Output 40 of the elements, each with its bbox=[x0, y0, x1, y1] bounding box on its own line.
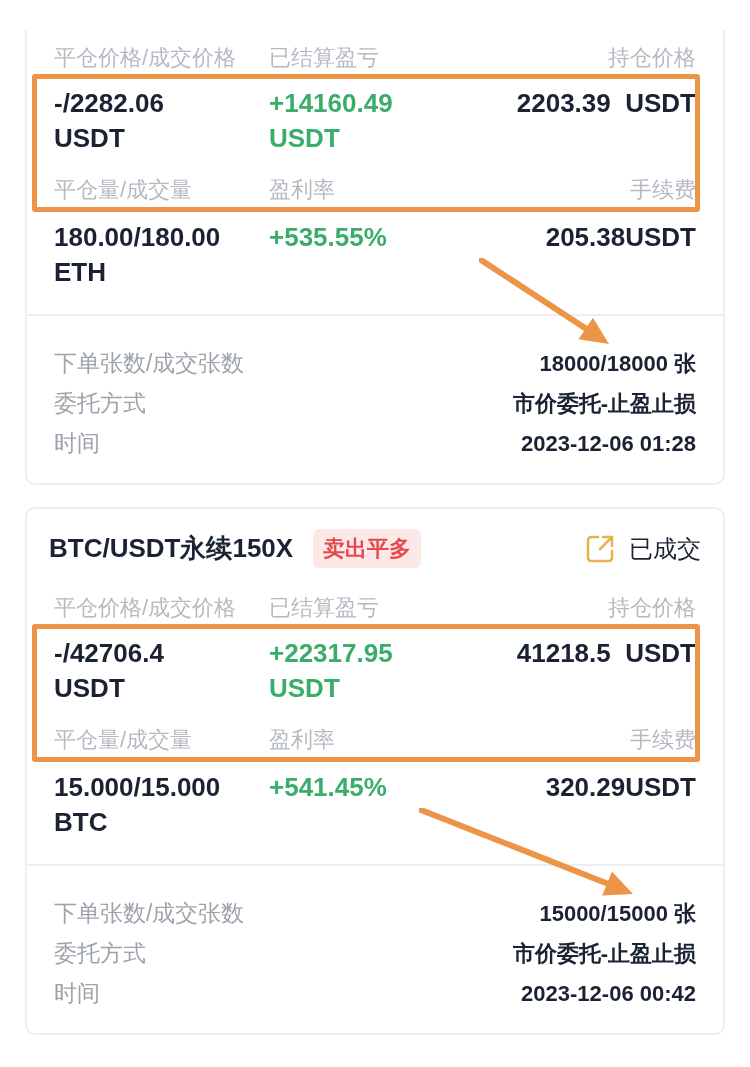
field-value: +22317.95 USDT bbox=[269, 637, 393, 705]
field-label: 持仓价格 bbox=[608, 595, 696, 620]
info-label: 下单张数/成交张数 bbox=[54, 899, 245, 928]
info-value: 18000/18000 张 bbox=[539, 350, 696, 378]
field-label: 平仓量/成交量 bbox=[54, 727, 193, 752]
field-value: +541.45% bbox=[269, 771, 387, 804]
field-value: +535.55% bbox=[269, 221, 387, 254]
contract-title: BTC/USDT永续150X bbox=[49, 532, 294, 565]
field-value: 180.00/180.00 ETH bbox=[54, 221, 221, 289]
field-label: 盈利率 bbox=[269, 177, 335, 202]
info-label: 委托方式 bbox=[54, 939, 146, 968]
info-value: 2023-12-06 01:28 bbox=[521, 430, 696, 458]
info-value: 2023-12-06 00:42 bbox=[521, 980, 696, 1008]
field-label: 持仓价格 bbox=[608, 45, 696, 70]
info-value: 15000/15000 张 bbox=[539, 900, 696, 928]
field-value: 15.000/15.000 BTC bbox=[54, 771, 221, 839]
field-label: 平仓价格/成交价格 bbox=[54, 45, 237, 70]
field-value: -/2282.06 USDT bbox=[54, 87, 164, 155]
status-text: 已成交 bbox=[629, 533, 701, 564]
field-label: 手续费 bbox=[630, 177, 696, 202]
field-value: 205.38USDT bbox=[545, 221, 696, 254]
field-label: 已结算盈亏 bbox=[269, 45, 379, 70]
info-value: 市价委托-止盈止损 bbox=[512, 940, 696, 968]
field-value: 320.29USDT bbox=[545, 771, 696, 804]
field-value: -/42706.4 USDT bbox=[54, 637, 164, 705]
field-value: +14160.49 USDT bbox=[269, 87, 393, 155]
field-value: 2203.39 USDT bbox=[516, 87, 696, 120]
info-label: 时间 bbox=[54, 979, 100, 1008]
share-icon[interactable] bbox=[585, 533, 615, 564]
info-label: 委托方式 bbox=[54, 389, 146, 418]
info-label: 时间 bbox=[54, 429, 100, 458]
field-label: 手续费 bbox=[630, 727, 696, 752]
field-label: 盈利率 bbox=[269, 727, 335, 752]
info-value: 市价委托-止盈止损 bbox=[512, 390, 696, 418]
side-tag: 卖出平多 bbox=[313, 529, 422, 568]
field-value: 41218.5 USDT bbox=[516, 637, 696, 670]
field-label: 平仓量/成交量 bbox=[54, 177, 193, 202]
field-label: 已结算盈亏 bbox=[269, 595, 379, 620]
info-label: 下单张数/成交张数 bbox=[54, 349, 245, 378]
field-label: 平仓价格/成交价格 bbox=[54, 595, 237, 620]
